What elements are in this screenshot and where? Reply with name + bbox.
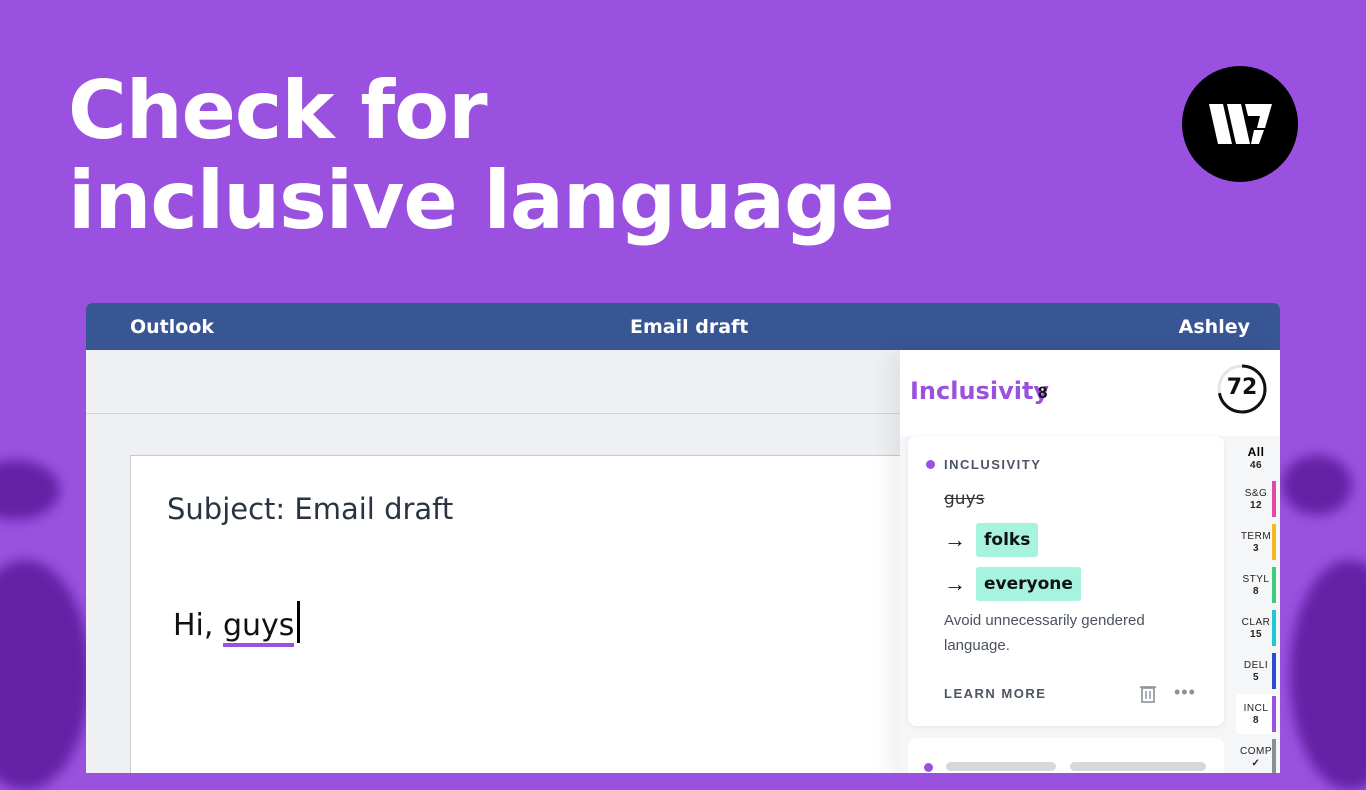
- category-count: ✓: [1251, 758, 1261, 769]
- panel-header: Inclusivity 8 72: [900, 350, 1280, 436]
- headline: Check for inclusive language: [68, 64, 895, 247]
- category-label: STYL: [1242, 574, 1270, 585]
- ink-blob-right: [1282, 455, 1352, 515]
- headline-line-2: inclusive language: [68, 154, 895, 247]
- category-dot-icon: [926, 460, 935, 469]
- suggestions-panel: Inclusivity 8 72 INCLUSIVITY guys → folk…: [900, 350, 1280, 773]
- category-color-stripe: [1272, 610, 1276, 646]
- category-tab-incl[interactable]: INCL 8: [1236, 694, 1276, 734]
- category-count: 12: [1249, 500, 1263, 511]
- ink-blob-left: [0, 460, 60, 520]
- placeholder-bar: [1070, 762, 1206, 771]
- category-color-stripe: [1272, 696, 1276, 732]
- category-count: 3: [1252, 543, 1260, 554]
- flagged-word[interactable]: guys: [222, 608, 295, 647]
- category-color-stripe: [1272, 524, 1276, 560]
- category-tab-deli[interactable]: DELI 5: [1236, 651, 1276, 691]
- category-color-stripe: [1272, 653, 1276, 689]
- ink-blob-left-lower: [0, 560, 90, 790]
- greeting-text: Hi,: [173, 608, 214, 643]
- placeholder-bar: [946, 762, 1056, 771]
- category-tab-all[interactable]: All 46: [1236, 436, 1276, 476]
- category-label: INCL: [1243, 703, 1269, 714]
- suggestion-row[interactable]: → folks: [944, 522, 1039, 558]
- category-label: TERM: [1240, 531, 1272, 542]
- category-count: 15: [1249, 629, 1263, 640]
- category-count: 46: [1249, 460, 1263, 471]
- trash-icon[interactable]: [1138, 683, 1158, 703]
- category-tab-clar[interactable]: CLAR 15: [1236, 608, 1276, 648]
- suggestion-card[interactable]: INCLUSIVITY guys → folks → everyone Avoi…: [908, 436, 1224, 726]
- arrow-right-icon: →: [944, 527, 966, 552]
- suggestion-row[interactable]: → everyone: [944, 566, 1081, 602]
- category-label: COMP: [1240, 746, 1272, 757]
- score-value: 72: [1226, 375, 1258, 400]
- score-dial[interactable]: 72: [1216, 363, 1268, 415]
- window-titlebar: Outlook Email draft Ashley: [86, 303, 1280, 350]
- category-label: All: [1247, 445, 1265, 459]
- category-color-stripe: [1272, 567, 1276, 603]
- suggestion-chip-everyone[interactable]: everyone: [976, 567, 1081, 601]
- text-cursor: [297, 601, 301, 643]
- category-strip: All 46 S&G 12 TERM 3 STYL 8 CLAR 15 DELI 5 INCL 8 COMP…: [1236, 436, 1280, 773]
- app-name: Outlook: [130, 316, 215, 338]
- user-name[interactable]: Ashley: [1179, 316, 1250, 338]
- email-body[interactable]: Hi, guys: [173, 601, 301, 647]
- window-title: Email draft: [630, 316, 749, 338]
- category-color-stripe: [1272, 481, 1276, 517]
- headline-line-1: Check for: [68, 64, 488, 157]
- card-category: INCLUSIVITY: [944, 457, 1042, 472]
- category-tab-styl[interactable]: STYL 8: [1236, 565, 1276, 605]
- email-editor[interactable]: Subject: Email draft Hi, guys: [130, 455, 922, 773]
- category-tab-term[interactable]: TERM 3: [1236, 522, 1276, 562]
- category-count: 8: [1252, 715, 1260, 726]
- category-label: DELI: [1243, 660, 1269, 671]
- panel-issue-count: 8: [1038, 383, 1048, 402]
- category-label: S&G: [1244, 488, 1268, 499]
- suggestion-chip-folks[interactable]: folks: [976, 523, 1039, 557]
- ink-blob-right-lower: [1290, 560, 1366, 790]
- panel-title: Inclusivity: [910, 377, 1050, 405]
- learn-more-link[interactable]: LEARN MORE: [944, 686, 1046, 701]
- suggestion-description: Avoid unnecessarily gendered language.: [944, 612, 1145, 654]
- category-count: 5: [1252, 672, 1260, 683]
- arrow-right-icon: →: [944, 571, 966, 596]
- category-count: 8: [1252, 586, 1260, 597]
- subject-line[interactable]: Subject: Email draft: [167, 492, 453, 526]
- original-word: guys: [944, 489, 985, 509]
- category-label: CLAR: [1241, 617, 1271, 628]
- email-window: Outlook Email draft Ashley Subject: Emai…: [86, 303, 1280, 773]
- brand-logo-icon: [1182, 66, 1298, 182]
- more-options-icon[interactable]: •••: [1174, 682, 1196, 703]
- category-tab-sandg[interactable]: S&G 12: [1236, 479, 1276, 519]
